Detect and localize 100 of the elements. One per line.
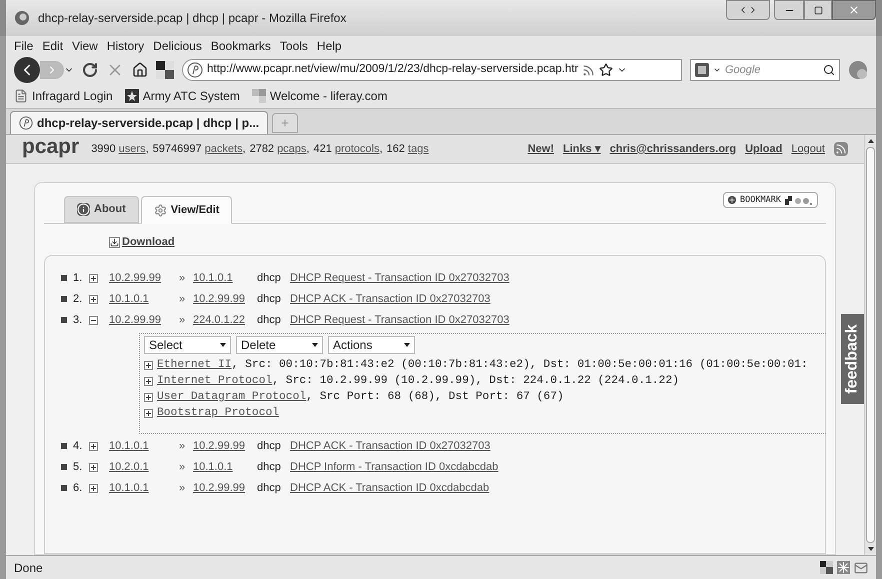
checkered-icon[interactable] <box>156 61 174 79</box>
home-icon[interactable] <box>132 62 148 78</box>
search-engine-icon[interactable] <box>695 63 709 77</box>
collapse-icon[interactable] <box>89 316 98 324</box>
source-address[interactable]: 10.2.99.99 <box>109 312 179 328</box>
snowflake-icon <box>837 561 850 574</box>
expand-icon[interactable] <box>89 274 98 282</box>
packet-summary-link[interactable]: DHCP Request - Transaction ID 0x27032703 <box>290 312 510 328</box>
download-link[interactable]: Download <box>122 234 175 250</box>
source-address[interactable]: 10.1.0.1 <box>109 290 179 308</box>
packet-number: 5. <box>73 460 84 475</box>
mail-icon <box>854 560 868 574</box>
destination-address[interactable]: 10.1.0.1 <box>193 458 257 476</box>
destination-address[interactable]: 10.2.99.99 <box>193 438 257 454</box>
stat-link[interactable]: packets <box>204 140 243 158</box>
page-tab[interactable]: View/Edit <box>140 196 232 224</box>
status-text: Done <box>14 560 43 576</box>
expand-icon[interactable] <box>89 484 98 492</box>
stat-link[interactable]: pcaps <box>277 140 306 158</box>
action-dropdown[interactable]: Actions <box>328 336 415 354</box>
menu-item[interactable]: Edit <box>42 37 64 55</box>
close-icon <box>848 4 860 16</box>
header-link[interactable]: Links ▾ <box>562 140 601 158</box>
expand-icon[interactable] <box>144 409 153 418</box>
search-field[interactable]: Google <box>725 62 819 78</box>
page-tab[interactable]: About <box>64 196 139 223</box>
packet-summary-link[interactable]: DHCP Request - Transaction ID 0x27032703 <box>290 270 510 286</box>
destination-address[interactable]: 10.2.99.99 <box>193 480 257 496</box>
scrollbar[interactable] <box>864 135 876 555</box>
checkered-icon <box>820 561 833 574</box>
browser-tab[interactable]: dhcp-relay-serverside.pcap | dhcp | p... <box>10 111 268 134</box>
header-link[interactable]: New! <box>528 140 554 158</box>
bookmark-link[interactable]: Welcome - liferay.com <box>270 87 388 105</box>
expand-icon[interactable] <box>89 294 98 304</box>
protocol-layer-link[interactable]: User Datagram Protocol <box>157 391 306 404</box>
packet-summary-link[interactable]: DHCP ACK - Transaction ID 0xcdabcdab <box>290 480 490 496</box>
feedback-tab[interactable]: feedback <box>841 314 864 404</box>
protocol-label: dhcp <box>257 438 282 454</box>
star-icon[interactable] <box>599 63 614 77</box>
direction-mark: » <box>179 438 186 454</box>
site-logo[interactable]: pcapr <box>22 131 80 163</box>
header-link[interactable]: Upload <box>745 140 782 158</box>
bookmark-button[interactable]: BOOKMARK <box>723 192 818 208</box>
stat-count: 3990 <box>91 142 116 157</box>
action-dropdown[interactable]: Delete <box>236 336 323 354</box>
header-link[interactable]: Logout <box>791 140 825 158</box>
source-address[interactable]: 10.2.0.1 <box>109 458 179 476</box>
stat-link[interactable]: tags <box>408 140 429 158</box>
back-button[interactable] <box>14 57 40 83</box>
expand-icon[interactable] <box>144 393 153 402</box>
protocol-layer-link[interactable]: Bootstrap Protocol <box>157 407 280 420</box>
menu-item[interactable]: Tools <box>280 37 308 55</box>
maximize-button[interactable] <box>804 0 832 20</box>
rss-icon[interactable] <box>834 142 848 156</box>
engine-dropdown-icon[interactable] <box>713 66 721 74</box>
menu-item[interactable]: File <box>14 37 34 55</box>
destination-address[interactable]: 224.0.1.22 <box>193 312 257 328</box>
protocol-layer-link[interactable]: Ethernet II <box>157 359 232 372</box>
expand-icon[interactable] <box>144 361 153 370</box>
packet-summary-link[interactable]: DHCP Inform - Transaction ID 0xcdabcdab <box>290 458 498 476</box>
stat-link[interactable]: protocols <box>334 140 380 158</box>
expand-icon[interactable] <box>89 462 98 472</box>
menu-item[interactable]: Delicious <box>153 37 202 55</box>
menu-item[interactable]: Help <box>316 37 342 55</box>
reload-icon[interactable] <box>82 62 98 78</box>
bookmark-link[interactable]: Army ATC System <box>142 87 240 105</box>
packet-summary-link[interactable]: DHCP ACK - Transaction ID 0x27032703 <box>290 290 490 308</box>
destination-address[interactable]: 10.1.0.1 <box>193 270 257 286</box>
url-field[interactable]: http://www.pcapr.net/view/mu/2009/1/2/23/dhcp-relay-serverside.pcap.htr <box>182 59 682 81</box>
bookmark-link[interactable]: Infragard Login <box>32 87 113 105</box>
menu-item[interactable]: History <box>106 37 144 55</box>
menu-item[interactable]: View <box>72 37 98 55</box>
stat-link[interactable]: users <box>118 140 146 158</box>
mosaic-icon <box>252 89 266 103</box>
addon-icon[interactable] <box>848 60 868 80</box>
search-bar[interactable]: Google <box>690 59 840 81</box>
action-dropdown[interactable]: Select <box>144 336 231 354</box>
expand-icon[interactable] <box>144 377 153 386</box>
download-icon <box>109 236 120 248</box>
direction-mark: » <box>179 270 186 286</box>
source-address[interactable]: 10.2.99.99 <box>109 270 179 286</box>
stat-separator: , <box>242 142 246 157</box>
expand-icon[interactable] <box>89 442 98 450</box>
destination-address[interactable]: 10.2.99.99 <box>193 290 257 308</box>
url-text: http://www.pcapr.net/view/mu/2009/1/2/23/dhcp-relay-serverside.pcap.htr <box>207 62 578 78</box>
feed-icon[interactable] <box>582 64 596 76</box>
packet-summary-link[interactable]: DHCP ACK - Transaction ID 0x27032703 <box>290 438 490 454</box>
bullet-icon <box>61 296 67 302</box>
close-button[interactable] <box>832 0 876 20</box>
header-link[interactable]: chris@chrissanders.org <box>610 140 736 158</box>
menu-item[interactable]: Bookmarks <box>210 37 271 55</box>
browser-icon <box>14 10 30 26</box>
source-address[interactable]: 10.1.0.1 <box>109 438 179 454</box>
stat-count: 162 <box>386 142 405 157</box>
bullet-icon <box>61 275 67 281</box>
layer-info: , Src Port: 68 (68), Dst Port: 67 (67) <box>306 391 564 404</box>
bullet-icon <box>61 317 67 323</box>
source-address[interactable]: 10.1.0.1 <box>109 480 179 496</box>
protocol-layer-link[interactable]: Internet Protocol <box>157 375 272 388</box>
search-icon[interactable] <box>823 64 835 76</box>
